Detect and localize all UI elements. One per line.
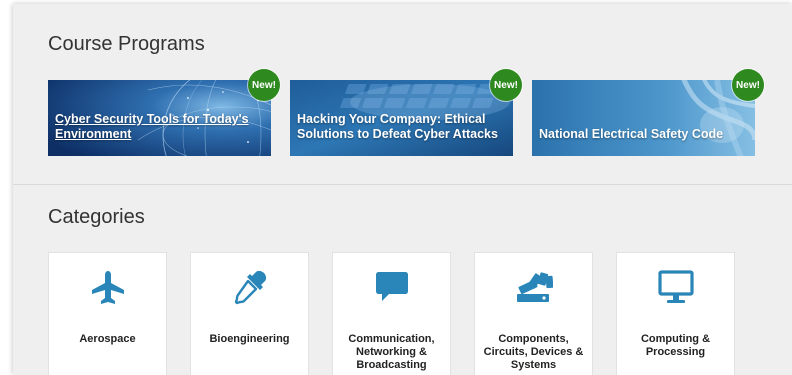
new-badge: New! <box>490 69 522 101</box>
program-title[interactable]: Hacking Your Company: Ethical Solutions … <box>297 112 499 142</box>
speech-bubble-icon <box>333 267 450 307</box>
category-card-communication[interactable]: Communication, Networking & Broadcasting <box>332 252 451 375</box>
category-card-aerospace[interactable]: Aerospace <box>48 252 167 375</box>
course-panel: Course Programs Cyber Security Tools for… <box>13 4 792 375</box>
program-card-hacking[interactable]: Hacking Your Company: Ethical Solutions … <box>290 69 522 156</box>
components-icon <box>475 267 592 307</box>
program-card-cyber-security[interactable]: Cyber Security Tools for Today's Environ… <box>48 69 280 156</box>
category-card-components[interactable]: Components, Circuits, Devices & Systems <box>474 252 593 375</box>
category-card-computing[interactable]: Computing & Processing <box>616 252 735 375</box>
new-badge: New! <box>248 69 280 101</box>
category-card-bioengineering[interactable]: Bioengineering <box>190 252 309 375</box>
airplane-icon <box>49 267 166 307</box>
monitor-icon <box>617 267 734 307</box>
section-divider <box>13 184 792 185</box>
category-label: Aerospace <box>79 333 136 345</box>
category-label: Components, Circuits, Devices & Systems <box>483 333 584 371</box>
dropper-icon <box>191 267 308 307</box>
program-title[interactable]: Cyber Security Tools for Today's Environ… <box>55 112 257 142</box>
program-image-cables <box>532 80 755 156</box>
program-title[interactable]: National Electrical Safety Code <box>539 127 741 142</box>
category-label: Bioengineering <box>209 333 290 345</box>
categories-heading: Categories <box>48 206 145 228</box>
category-label: Computing & Processing <box>640 333 711 358</box>
category-label: Communication, Networking & Broadcasting <box>348 333 435 371</box>
course-programs-heading: Course Programs <box>48 33 205 55</box>
new-badge: New! <box>732 69 764 101</box>
program-card-electrical-safety[interactable]: National Electrical Safety Code New! <box>532 69 764 156</box>
